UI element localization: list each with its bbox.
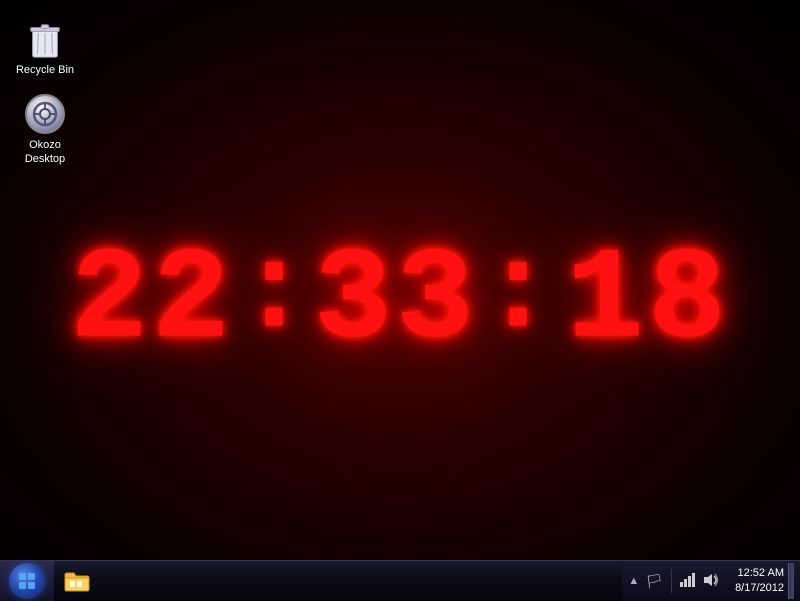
tray-icons-group: 🏳 xyxy=(643,569,721,593)
start-button[interactable] xyxy=(0,561,54,601)
clock-display: 22 : 33 : 18 xyxy=(70,238,730,368)
tray-date: 8/17/2012 xyxy=(735,581,784,596)
clock-seconds: 18 xyxy=(566,238,730,368)
network-icon[interactable] xyxy=(678,571,698,592)
okozo-desktop-image xyxy=(25,94,65,134)
recycle-bin-icon[interactable]: Recycle Bin xyxy=(9,15,81,81)
clock-minutes: 33 xyxy=(314,238,478,368)
taskbar: ▲ 🏳 xyxy=(0,560,800,600)
action-center-icon[interactable]: 🏳 xyxy=(643,571,665,592)
system-tray: ▲ 🏳 xyxy=(622,561,800,601)
okozo-desktop-icon[interactable]: Okozo Desktop xyxy=(9,90,81,171)
okozo-desktop-label: Okozo Desktop xyxy=(25,138,65,167)
clock-colon-1: : xyxy=(238,235,310,355)
show-desktop-button[interactable] xyxy=(788,563,794,599)
taskbar-icons-area xyxy=(58,561,96,600)
recycle-bin-label: Recycle Bin xyxy=(16,63,74,77)
tray-separator xyxy=(671,569,672,593)
tray-notification-arrow[interactable]: ▲ xyxy=(628,575,639,587)
system-tray-clock[interactable]: 12:52 AM 8/17/2012 xyxy=(735,566,784,597)
volume-icon[interactable] xyxy=(701,571,721,592)
desktop: Recycle Bin Okozo Desktop 22 : 33 xyxy=(0,0,800,600)
clock-colon-2: : xyxy=(482,235,554,355)
clock-hours: 22 xyxy=(70,238,234,368)
recycle-bin-image xyxy=(25,19,65,59)
start-orb xyxy=(9,563,45,599)
file-explorer-taskbar-icon[interactable] xyxy=(58,562,96,600)
tray-time: 12:52 AM xyxy=(738,566,784,581)
